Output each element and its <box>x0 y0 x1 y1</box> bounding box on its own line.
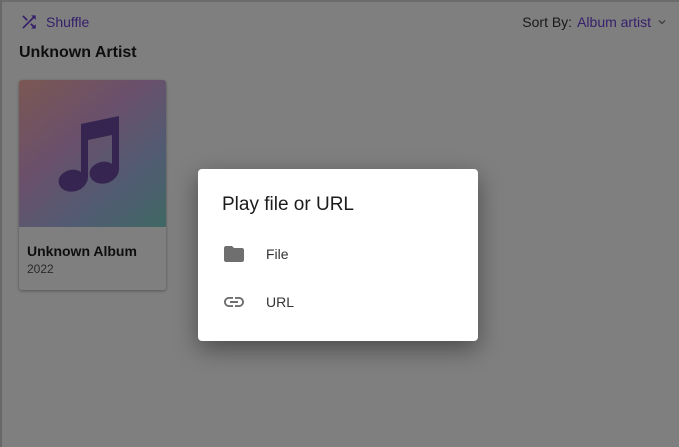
dialog-option-label: URL <box>266 294 295 310</box>
play-dialog: Play file or URL File URL <box>198 169 478 341</box>
app-window: Shuffle Sort By: Album artist Unknown Ar… <box>0 0 679 447</box>
dialog-option-label: File <box>266 246 289 262</box>
dialog-option-url[interactable]: URL <box>198 279 478 325</box>
dialog-option-file[interactable]: File <box>198 231 478 277</box>
link-icon <box>224 297 244 307</box>
folder-icon <box>224 246 244 262</box>
dialog-title: Play file or URL <box>222 194 354 215</box>
